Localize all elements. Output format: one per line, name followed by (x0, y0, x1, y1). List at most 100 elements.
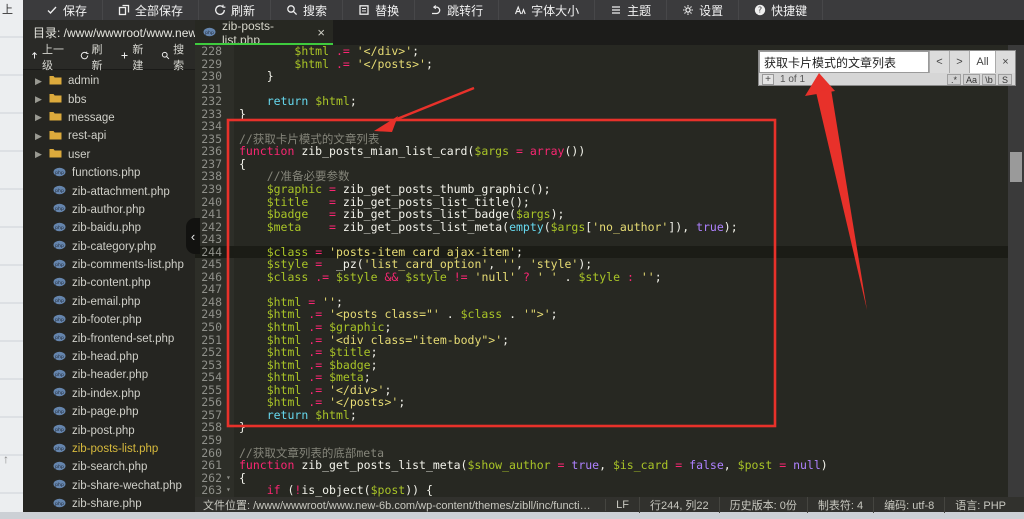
tree-file-zib-comments-list.php[interactable]: phpzib-comments-list.php (23, 256, 195, 274)
file-name: zib-index.php (72, 388, 140, 400)
folder-expand-caret-icon[interactable]: ▶ (35, 149, 43, 160)
tree-file-zib-header.php[interactable]: phpzib-header.php (23, 366, 195, 384)
tree-action-refresh[interactable]: 刷新 (73, 45, 114, 69)
code-line-246[interactable]: 246 $class .= $style && $style != 'null'… (195, 271, 1008, 284)
tree-folder-admin[interactable]: ▶admin (23, 72, 195, 90)
search-add-button[interactable]: + (762, 74, 774, 85)
toolbar-button-label: 主题 (627, 2, 651, 19)
tree-folder-rest-api[interactable]: ▶rest-api (23, 127, 195, 145)
tree-folder-user[interactable]: ▶user (23, 146, 195, 164)
tree-file-zib-search.php[interactable]: phpzib-search.php (23, 458, 195, 476)
fold-gutter (226, 95, 234, 108)
svg-text:php: php (55, 464, 64, 470)
toolbar-button-label: 替换 (375, 2, 399, 19)
tab-close-icon[interactable]: × (317, 26, 325, 39)
fold-marker-icon[interactable]: ▾ (226, 472, 234, 485)
file-name: zib-frontend-set.php (72, 333, 174, 345)
tree-folder-message[interactable]: ▶message (23, 109, 195, 127)
tree-file-zib-share.php[interactable]: phpzib-share.php (23, 495, 195, 512)
toolbar-button-save-all[interactable]: 全部保存 (103, 0, 199, 20)
fold-gutter (226, 359, 234, 372)
refresh-icon (214, 4, 226, 16)
tree-file-zib-category.php[interactable]: phpzib-category.php (23, 238, 195, 256)
tree-file-zib-baidu.php[interactable]: phpzib-baidu.php (23, 219, 195, 237)
tree-action-label: 刷新 (92, 41, 107, 73)
tree-file-zib-index.php[interactable]: php zib-index.php (23, 385, 195, 403)
code-line-233[interactable]: 233} (195, 108, 1008, 121)
php-file-icon: php (53, 461, 66, 474)
toolbar-button-theme[interactable]: 主题 (595, 0, 667, 20)
editor-scrollbar-thumb[interactable] (1010, 152, 1022, 182)
tree-file-zib-frontend-set.php[interactable]: phpzib-frontend-set.php (23, 329, 195, 347)
search-input[interactable] (759, 51, 929, 73)
search-next-button[interactable]: > (949, 51, 969, 73)
folder-expand-caret-icon[interactable]: ▶ (35, 76, 43, 87)
toolbar-button-goto-line[interactable]: 跳转行 (415, 0, 499, 20)
goto-line-icon (430, 4, 442, 16)
search-toggle-0[interactable]: .* (947, 74, 961, 85)
tree-file-zib-content.php[interactable]: phpzib-content.php (23, 274, 195, 292)
search-toggle-1[interactable]: Aa (963, 74, 980, 85)
svg-text:php: php (55, 261, 64, 267)
file-name: zib-page.php (72, 406, 139, 418)
code-line-258[interactable]: 258} (195, 421, 1008, 434)
php-file-icon: php (53, 167, 66, 180)
fold-gutter (226, 208, 234, 221)
toolbar-button-label: 快捷键 (771, 2, 807, 19)
line-number: 245 (195, 258, 226, 271)
folder-expand-caret-icon[interactable]: ▶ (35, 112, 43, 123)
tree-folder-bbs[interactable]: ▶bbs (23, 90, 195, 108)
code-line-236[interactable]: 236function zib_posts_mian_list_card($ar… (195, 145, 1008, 158)
code-line-261[interactable]: 261function zib_get_posts_list_meta($sho… (195, 459, 1008, 472)
sidebar-collapse-chevron-icon[interactable]: ‹ (186, 218, 200, 254)
tree-file-zib-share-wechat.php[interactable]: phpzib-share-wechat.php (23, 477, 195, 495)
tab-zib-posts-list[interactable]: php zib-posts-list.php × (195, 20, 333, 45)
file-tree-panel: 上一级刷新新建搜索 ▶admin▶bbs▶message▶rest-api▶us… (23, 45, 195, 512)
code-text: return $html; (234, 409, 357, 422)
tree-file-zib-post.php[interactable]: phpzib-post.php (23, 421, 195, 439)
search-toggle-3[interactable]: S (998, 74, 1012, 85)
toolbar-button-save[interactable]: 保存 (31, 0, 103, 20)
plus-icon (120, 51, 129, 63)
toolbar-button-replace[interactable]: 替换 (343, 0, 415, 20)
code-line-242[interactable]: 242 $meta = zib_get_posts_list_meta(empt… (195, 221, 1008, 234)
fold-gutter (226, 233, 234, 246)
code-line-257[interactable]: 257 return $html; (195, 409, 1008, 422)
editor-scrollbar-track[interactable] (1008, 45, 1024, 497)
search-dialog: < > All × + 1 of 1 .*Aa\bS (758, 50, 1016, 86)
toolbar-button-font-size[interactable]: 字体大小 (499, 0, 595, 20)
fold-marker-icon[interactable]: ▾ (226, 484, 234, 497)
tree-file-zib-page.php[interactable]: phpzib-page.php (23, 403, 195, 421)
fold-gutter (226, 70, 234, 83)
folder-icon (49, 111, 62, 124)
toolbar-button-label: 字体大小 (531, 2, 579, 19)
tree-file-zib-head.php[interactable]: phpzib-head.php (23, 348, 195, 366)
tree-action-up[interactable]: 上一级 (23, 45, 73, 69)
toolbar-button-search[interactable]: 搜索 (271, 0, 343, 20)
tree-file-zib-attachment.php[interactable]: phpzib-attachment.php (23, 182, 195, 200)
search-all-button[interactable]: All (969, 51, 995, 73)
tree-file-zib-author.php[interactable]: phpzib-author.php (23, 201, 195, 219)
tree-file-zib-footer.php[interactable]: phpzib-footer.php (23, 311, 195, 329)
folder-expand-caret-icon[interactable]: ▶ (35, 131, 43, 142)
file-name: zib-content.php (72, 277, 151, 289)
code-editor[interactable]: 228 $html .= '</div>';229 $html .= '</po… (195, 45, 1008, 497)
folder-expand-caret-icon[interactable]: ▶ (35, 94, 43, 105)
search-prev-button[interactable]: < (929, 51, 949, 73)
tree-action-plus[interactable]: 新建 (113, 45, 154, 69)
tree-file-zib-posts-list.php[interactable]: phpzib-posts-list.php (23, 440, 195, 458)
toolbar-button-refresh[interactable]: 刷新 (199, 0, 271, 20)
search-close-icon[interactable]: × (995, 51, 1015, 73)
file-name: zib-attachment.php (72, 186, 170, 198)
tree-file-functions.php[interactable]: phpfunctions.php (23, 164, 195, 182)
toolbar-button-settings[interactable]: 设置 (667, 0, 739, 20)
toolbar-button-shortcut[interactable]: ?快捷键 (739, 0, 823, 20)
code-line-232[interactable]: 232 return $html; (195, 95, 1008, 108)
tree-action-search[interactable]: 搜索 (154, 45, 195, 69)
tree-file-zib-email.php[interactable]: phpzib-email.php (23, 293, 195, 311)
tree-action-label: 上一级 (42, 41, 66, 73)
fold-gutter (226, 183, 234, 196)
toolbar-button-label: 全部保存 (135, 2, 183, 19)
search-toggle-2[interactable]: \b (982, 74, 996, 85)
php-file-icon: php (53, 387, 66, 400)
